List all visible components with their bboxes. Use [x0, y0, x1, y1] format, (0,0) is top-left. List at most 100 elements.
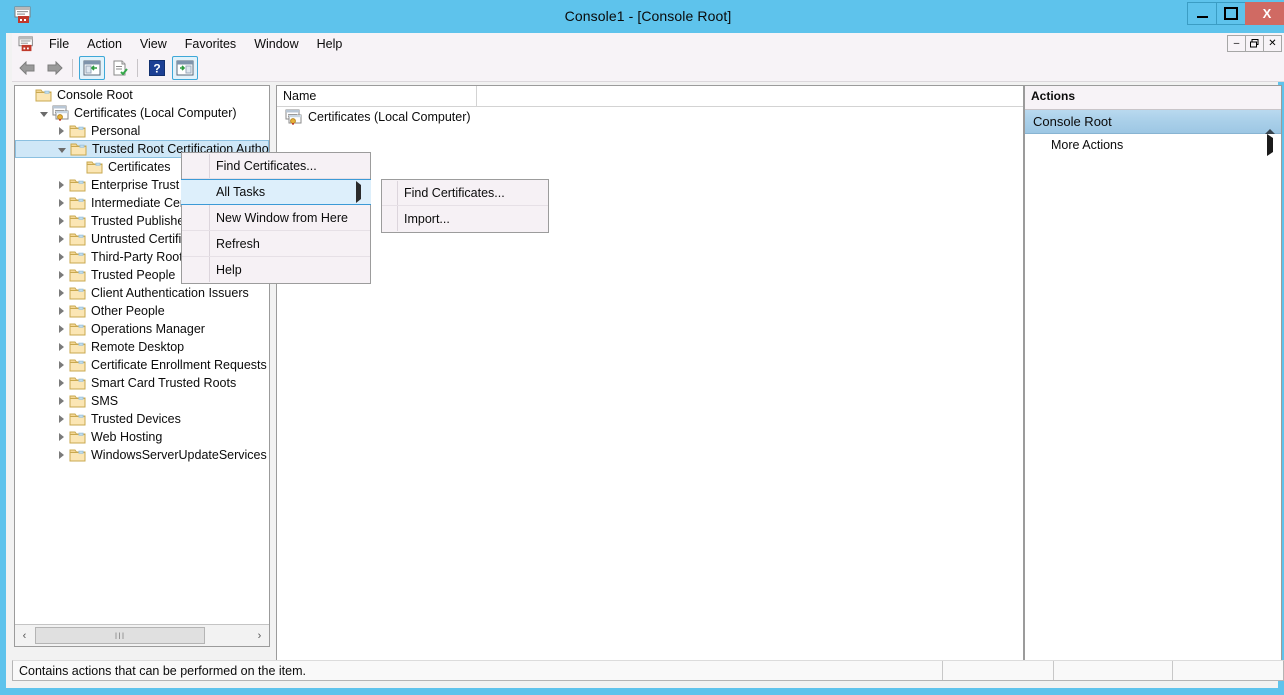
context-menu-item-new-window-from-here[interactable]: New Window from Here [182, 205, 370, 231]
column-header-name[interactable]: Name [277, 86, 477, 106]
folder-icon [69, 285, 87, 301]
context-menu[interactable]: Find Certificates... All Tasks New Windo… [181, 152, 371, 284]
toolbar-separator-2 [137, 59, 138, 77]
folder-icon [69, 375, 87, 391]
tree-node[interactable]: Trusted Devices [15, 410, 269, 428]
tree-node[interactable]: Client Authentication Issuers [15, 284, 269, 302]
svg-text:?: ? [153, 62, 160, 76]
tree-node[interactable]: Remote Desktop [15, 338, 269, 356]
show-hide-tree-icon[interactable] [79, 56, 105, 80]
folder-icon [69, 339, 87, 355]
chevron-right-icon[interactable] [53, 284, 69, 302]
chevron-up-icon[interactable] [1265, 114, 1275, 134]
chevron-down-icon[interactable] [36, 104, 52, 122]
folder-icon [86, 159, 104, 175]
show-hide-action-pane-icon[interactable] [172, 56, 198, 80]
folder-icon [70, 141, 88, 157]
chevron-right-icon[interactable] [53, 338, 69, 356]
menu-help[interactable]: Help [308, 34, 352, 54]
tree-node[interactable]: Certificates (Local Computer) [15, 104, 269, 122]
window-title: Console1 - [Console Root] [564, 8, 732, 24]
toolbar: ? [12, 55, 1284, 82]
tree-node-label: SMS [91, 394, 119, 408]
context-menu-item-find-certificates[interactable]: Find Certificates... [182, 153, 370, 179]
back-arrow-icon[interactable] [14, 56, 40, 80]
folder-icon [69, 231, 87, 247]
status-cell-3 [1172, 661, 1283, 680]
chevron-right-icon[interactable] [53, 428, 69, 446]
scrollbar-thumb[interactable]: III [35, 627, 205, 644]
action-more-actions[interactable]: More Actions [1025, 134, 1281, 156]
chevron-right-icon[interactable] [53, 374, 69, 392]
tree-node[interactable]: Operations Manager [15, 320, 269, 338]
chevron-right-icon[interactable] [53, 392, 69, 410]
chevron-right-icon[interactable] [53, 320, 69, 338]
context-menu-item-help[interactable]: Help [182, 257, 370, 283]
tree-node[interactable]: Console Root [15, 86, 269, 104]
folder-icon [69, 447, 87, 463]
tree-node[interactable]: Personal [15, 122, 269, 140]
tree-node-label: Web Hosting [91, 430, 163, 444]
maximize-button[interactable] [1216, 2, 1246, 25]
tree-node[interactable]: Certificate Enrollment Requests [15, 356, 269, 374]
list-column-header: Name [277, 86, 1023, 107]
mdi-minimize-button[interactable]: – [1227, 35, 1246, 52]
menu-items: File Action View Favorites Window Help [40, 33, 351, 55]
chevron-right-icon[interactable] [53, 248, 69, 266]
close-button[interactable]: X [1245, 2, 1284, 25]
tree-node[interactable]: WindowsServerUpdateServices [15, 446, 269, 464]
chevron-right-icon[interactable] [53, 122, 69, 140]
context-submenu-all-tasks[interactable]: Find Certificates... Import... [381, 179, 549, 233]
chevron-right-icon[interactable] [53, 356, 69, 374]
chevron-right-icon[interactable] [53, 230, 69, 248]
tree-node[interactable]: Web Hosting [15, 428, 269, 446]
folder-icon [69, 267, 87, 283]
chevron-right-icon[interactable] [53, 410, 69, 428]
chevron-right-icon[interactable] [53, 302, 69, 320]
certificates-icon [285, 109, 303, 125]
tree-node-label: Certificates (Local Computer) [74, 106, 237, 120]
forward-arrow-icon[interactable] [42, 56, 68, 80]
actions-group-console-root[interactable]: Console Root [1025, 110, 1281, 134]
scroll-left-button[interactable]: ‹ [15, 626, 34, 645]
chevron-right-icon[interactable] [53, 266, 69, 284]
chevron-down-icon[interactable] [54, 140, 70, 158]
menu-action[interactable]: Action [78, 34, 131, 54]
tree-node-label: Operations Manager [91, 322, 205, 336]
chevron-right-icon[interactable] [53, 212, 69, 230]
folder-icon [69, 195, 87, 211]
status-message: Contains actions that can be performed o… [19, 664, 306, 678]
actions-pane: Actions Console Root More Actions [1024, 85, 1282, 665]
tree-node[interactable]: Smart Card Trusted Roots [15, 374, 269, 392]
tree-node[interactable]: Other People [15, 302, 269, 320]
list-item-label: Certificates (Local Computer) [308, 110, 471, 124]
maximize-icon [1224, 7, 1238, 20]
submenu-item-import[interactable]: Import... [382, 206, 548, 232]
menu-view[interactable]: View [131, 34, 176, 54]
result-list-pane: Name Certificates (Local Computer) [276, 85, 1024, 665]
chevron-right-icon[interactable] [53, 446, 69, 464]
folder-icon [69, 123, 87, 139]
menu-favorites[interactable]: Favorites [176, 34, 245, 54]
tree-horizontal-scrollbar[interactable]: ‹ III › [15, 624, 269, 646]
scroll-right-button[interactable]: › [250, 626, 269, 645]
menu-window[interactable]: Window [245, 34, 307, 54]
minimize-button[interactable] [1187, 2, 1217, 25]
actions-pane-header: Actions [1025, 86, 1281, 110]
context-menu-item-refresh[interactable]: Refresh [182, 231, 370, 257]
tree-node[interactable]: SMS [15, 392, 269, 410]
context-menu-item-all-tasks[interactable]: All Tasks [181, 179, 371, 205]
help-icon[interactable]: ? [144, 56, 170, 80]
chevron-right-icon [1267, 134, 1273, 156]
mdi-close-button[interactable]: ✕ [1263, 35, 1282, 52]
list-item[interactable]: Certificates (Local Computer) [277, 107, 1023, 127]
export-list-icon[interactable] [107, 56, 133, 80]
tree-node-label: Certificates [108, 160, 171, 174]
window-controls: X [1187, 2, 1284, 25]
menu-file[interactable]: File [40, 34, 78, 54]
chevron-right-icon[interactable] [53, 194, 69, 212]
mdi-restore-button[interactable] [1245, 35, 1264, 52]
chevron-right-icon[interactable] [53, 176, 69, 194]
submenu-item-find-certificates[interactable]: Find Certificates... [382, 180, 548, 206]
